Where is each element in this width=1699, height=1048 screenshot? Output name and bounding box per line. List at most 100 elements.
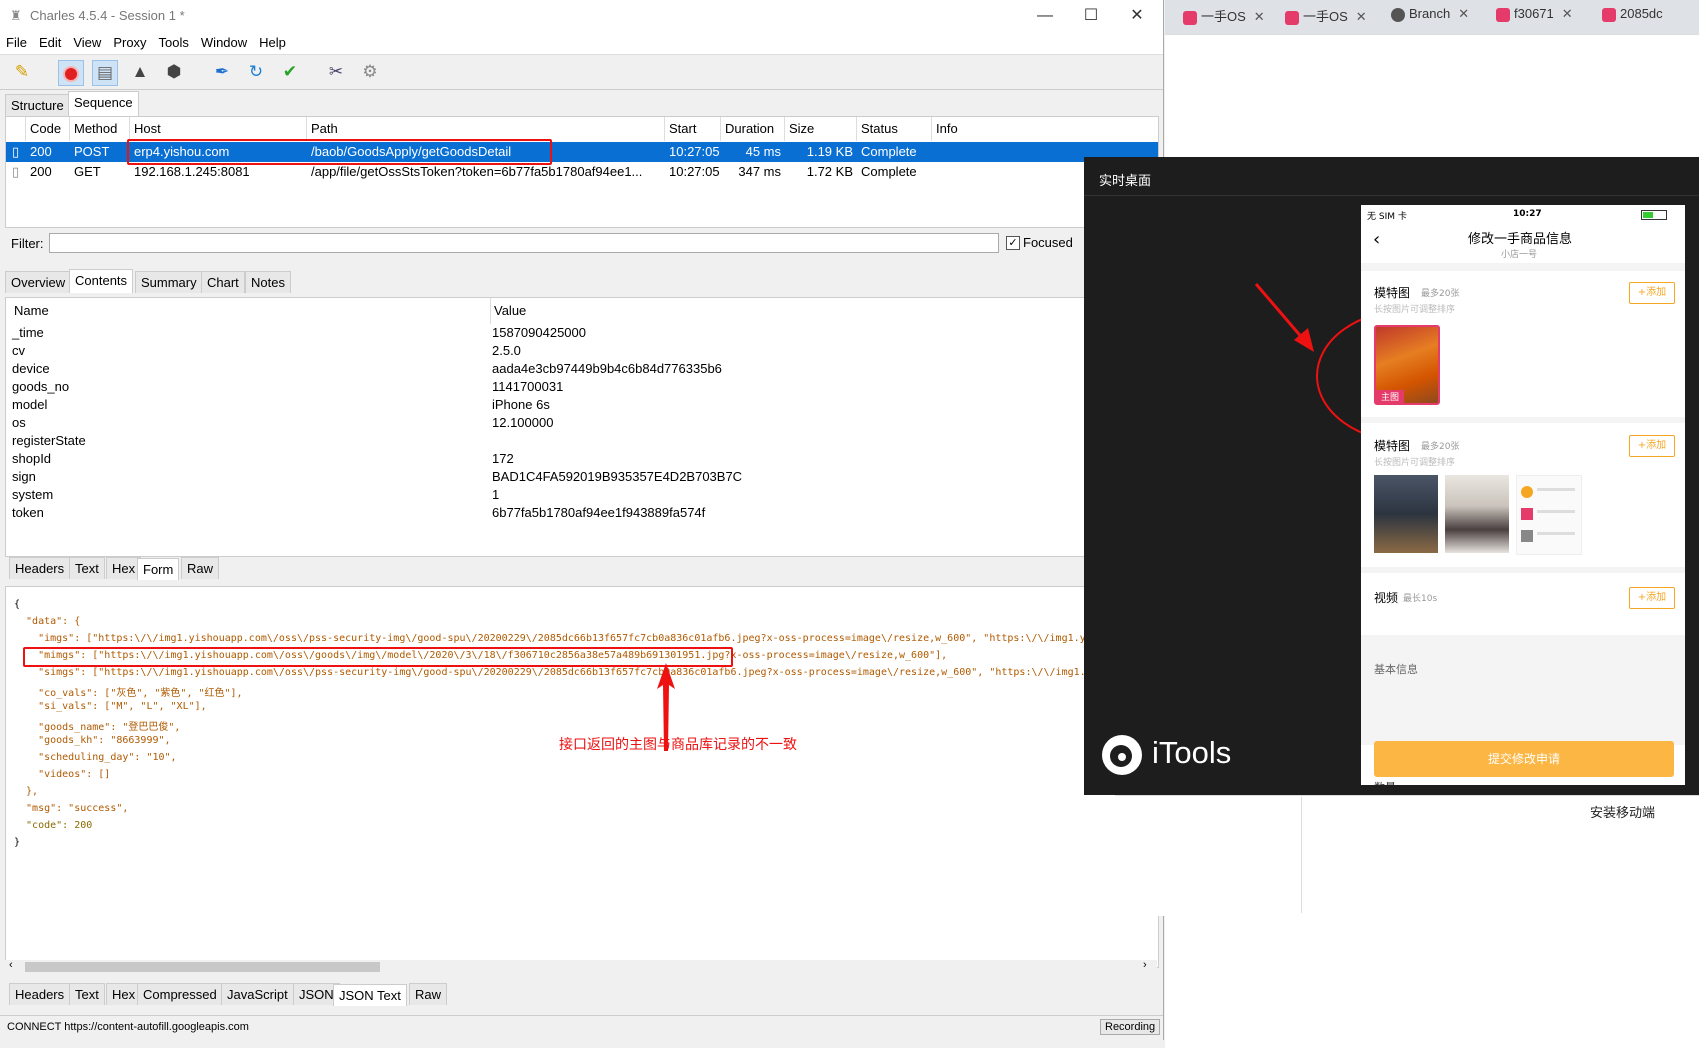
form-row[interactable]: device aada4e3cb97449b9b4c6b84d776335b6: [6, 360, 1158, 378]
page-title: 修改一手商品信息: [1468, 232, 1573, 247]
focused-checkbox[interactable]: ✓: [1006, 236, 1020, 250]
recording-indicator[interactable]: Recording: [1100, 1019, 1161, 1035]
col-size[interactable]: Size: [785, 117, 857, 141]
check-icon[interactable]: ✔: [278, 60, 302, 84]
col-status[interactable]: Status: [857, 117, 932, 141]
form-row[interactable]: model iPhone 6s: [6, 396, 1158, 414]
maximize-button[interactable]: ☐: [1068, 4, 1114, 28]
browser-tab[interactable]: 2085dc: [1602, 6, 1663, 30]
table-row[interactable]: ▯ 200 GET 192.168.1.245:8081 /app/file/g…: [6, 162, 1158, 182]
filter-input[interactable]: [49, 233, 999, 253]
row-start: 10:27:05: [669, 164, 720, 179]
col-info[interactable]: Info: [932, 117, 1158, 141]
row-status: Complete: [861, 144, 917, 159]
tab-notes[interactable]: Notes: [245, 271, 291, 293]
tab-sequence[interactable]: Sequence: [68, 91, 139, 116]
browser-tab[interactable]: f30671 ✕: [1496, 6, 1573, 30]
form-row[interactable]: shopId 172: [6, 450, 1158, 468]
gear-icon[interactable]: ⚙: [358, 60, 382, 84]
tab-res-json-text[interactable]: JSON Text: [333, 984, 407, 1006]
form-row[interactable]: token 6b77fa5b1780af94ee1f943889fa574f: [6, 504, 1158, 522]
menu-help[interactable]: Help: [253, 32, 292, 50]
close-icon[interactable]: ✕: [1458, 6, 1469, 21]
tab-req-text[interactable]: Text: [69, 557, 105, 579]
throttle-icon[interactable]: ▤: [92, 60, 118, 86]
tab-req-form[interactable]: Form: [137, 558, 180, 580]
tab-res-javascript[interactable]: JavaScript: [221, 983, 294, 1005]
tab-summary[interactable]: Summary: [135, 271, 203, 293]
tab-res-text[interactable]: Text: [69, 983, 105, 1005]
menu-edit[interactable]: Edit: [33, 32, 67, 50]
model-image-thumbnail[interactable]: [1516, 475, 1582, 555]
col-method[interactable]: Method: [70, 117, 130, 141]
pen-icon[interactable]: ✒: [210, 60, 234, 84]
form-row[interactable]: os 12.100000: [6, 414, 1158, 432]
horizontal-scrollbar[interactable]: ‹ ›: [5, 959, 1157, 974]
turtle-icon[interactable]: ▲: [128, 60, 152, 84]
close-icon[interactable]: ✕: [1254, 9, 1265, 24]
tab-res-raw[interactable]: Raw: [409, 983, 448, 1005]
col-host[interactable]: Host: [130, 117, 307, 141]
close-icon[interactable]: ✕: [1562, 6, 1573, 21]
menu-file[interactable]: File: [0, 32, 33, 50]
back-icon[interactable]: ‹: [1373, 229, 1380, 250]
tab-res-compressed[interactable]: Compressed: [137, 983, 223, 1005]
tab-structure[interactable]: Structure: [5, 94, 70, 116]
json-line: }: [14, 837, 21, 848]
main-image-thumbnail[interactable]: 主图: [1374, 325, 1440, 405]
refresh-icon[interactable]: ↻: [244, 60, 268, 84]
submit-button[interactable]: 提交修改申请: [1374, 741, 1674, 777]
stop-icon[interactable]: ⬢: [162, 60, 186, 84]
form-row[interactable]: system 1: [6, 486, 1158, 504]
json-text-view[interactable]: { "data": { "imgs": ["https:\/\/img1.yis…: [5, 586, 1159, 968]
scrollbar-thumb[interactable]: [25, 962, 380, 972]
phone-screen: 无 SIM 卡 10:27 ‹ 修改一手商品信息 小店一号 模特图 最多20张 …: [1361, 205, 1685, 785]
record-button[interactable]: [58, 60, 84, 86]
tab-contents[interactable]: Contents: [69, 269, 134, 293]
col-path[interactable]: Path: [307, 117, 665, 141]
install-mobile-link[interactable]: 安装移动端: [1590, 802, 1655, 821]
tab-overview[interactable]: Overview: [5, 271, 72, 293]
add-button[interactable]: +添加: [1629, 587, 1675, 609]
menu-window[interactable]: Window: [195, 32, 253, 50]
form-value: 1587090425000: [492, 325, 586, 340]
tools-icon[interactable]: ✂: [324, 60, 348, 84]
browser-tab[interactable]: 一手OS ✕: [1183, 6, 1265, 30]
minimize-button[interactable]: —: [1022, 4, 1068, 28]
row-method: POST: [74, 144, 110, 159]
json-line: "code": 200: [14, 820, 93, 831]
add-button[interactable]: +添加: [1629, 435, 1675, 457]
tab-req-hex[interactable]: Hex: [106, 557, 142, 579]
close-icon[interactable]: ✕: [1356, 9, 1367, 24]
form-row[interactable]: sign BAD1C4FA592019B935357E4D2B703B7C: [6, 468, 1158, 486]
form-row[interactable]: _time 1587090425000: [6, 324, 1158, 342]
tab-res-hex[interactable]: Hex: [106, 983, 142, 1005]
row-method: GET: [74, 164, 101, 179]
row-host: 192.168.1.245:8081: [134, 164, 250, 179]
form-value: 172: [492, 451, 514, 466]
close-button[interactable]: ✕: [1114, 4, 1160, 28]
browser-tab[interactable]: Branch ✕: [1391, 6, 1469, 30]
form-row[interactable]: goods_no 1141700031: [6, 378, 1158, 396]
broom-icon[interactable]: ✎: [10, 60, 34, 84]
scroll-right-icon[interactable]: ›: [1143, 959, 1147, 971]
browser-tab-strip: 一手OS ✕ 一手OS ✕ Branch ✕ f30671 ✕ 2085dc: [1165, 0, 1699, 34]
scroll-left-icon[interactable]: ‹: [9, 959, 13, 971]
row-size: 1.72 KB: [806, 164, 853, 179]
menu-tools[interactable]: Tools: [153, 32, 195, 50]
add-button[interactable]: +添加: [1629, 282, 1675, 304]
col-code[interactable]: Code: [26, 117, 70, 141]
tab-chart[interactable]: Chart: [201, 271, 245, 293]
col-duration[interactable]: Duration: [721, 117, 785, 141]
model-image-thumbnail[interactable]: [1445, 475, 1509, 553]
menu-proxy[interactable]: Proxy: [107, 32, 152, 50]
tab-res-headers[interactable]: Headers: [9, 983, 71, 1005]
browser-tab[interactable]: 一手OS ✕: [1285, 6, 1367, 30]
model-image-thumbnail[interactable]: [1374, 475, 1438, 553]
col-start[interactable]: Start: [665, 117, 721, 141]
form-row[interactable]: registerState: [6, 432, 1158, 450]
form-row[interactable]: cv 2.5.0: [6, 342, 1158, 360]
tab-req-raw[interactable]: Raw: [181, 557, 220, 579]
menu-view[interactable]: View: [67, 32, 107, 50]
tab-req-headers[interactable]: Headers: [9, 557, 71, 579]
